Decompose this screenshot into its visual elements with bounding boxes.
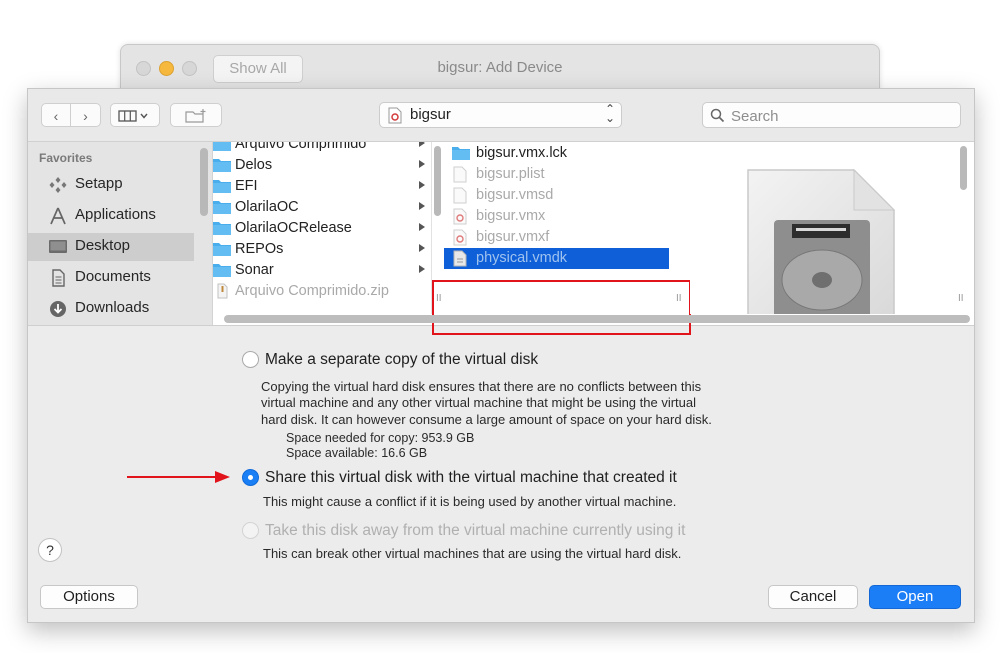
take-disk-description: This can break other virtual machines th… xyxy=(263,546,682,561)
description-line: virtual machine and any other virtual ma… xyxy=(261,395,697,411)
description-line: hard disk. It can however consume a larg… xyxy=(261,411,712,427)
folder-icon xyxy=(213,142,231,151)
folder-icon xyxy=(213,243,231,256)
open-file-sheet: ‹ › bigsur ⌃ ⌄ Search Favorites Setapp A… xyxy=(27,88,975,623)
applications-icon xyxy=(50,207,66,225)
list-item[interactable]: OlarilaOC xyxy=(213,197,431,218)
annotation-arrow-icon xyxy=(127,471,230,483)
search-field[interactable] xyxy=(702,102,961,128)
sidebar-item-label: Downloads xyxy=(75,299,150,316)
chevron-right-icon xyxy=(419,265,425,273)
chevron-right-icon xyxy=(419,142,425,147)
list-item[interactable]: bigsur.vmxf xyxy=(444,227,692,248)
vm-file-icon xyxy=(453,208,467,225)
copy-disk-description: Copying the virtual hard disk ensures th… xyxy=(261,379,712,428)
take-disk-radio[interactable] xyxy=(242,522,259,539)
list-item[interactable]: Delos xyxy=(213,155,431,176)
help-button[interactable]: ? xyxy=(38,538,62,562)
vm-file-icon xyxy=(453,229,467,246)
sidebar-heading: Favorites xyxy=(39,151,93,165)
chevron-right-icon xyxy=(419,244,425,252)
space-needed: Space needed for copy: 953.9 GB xyxy=(286,431,475,445)
file-preview xyxy=(690,142,974,314)
list-item-selected[interactable]: physical.vmdk xyxy=(444,248,669,269)
copy-disk-label[interactable]: Make a separate copy of the virtual disk xyxy=(265,351,538,369)
new-folder-button[interactable] xyxy=(170,103,222,127)
sidebar-item-documents[interactable]: Documents xyxy=(28,264,194,292)
file-icon xyxy=(453,166,467,183)
share-disk-radio[interactable] xyxy=(242,469,259,486)
column-scrollbar[interactable] xyxy=(434,146,441,216)
folder-icon xyxy=(213,264,231,277)
updown-chevron-icon: ⌃ ⌄ xyxy=(604,102,615,125)
list-item[interactable]: bigsur.plist xyxy=(444,164,692,185)
share-disk-description: This might cause a conflict if it is bei… xyxy=(263,494,677,509)
sidebar-item-label: Setapp xyxy=(75,175,123,192)
file-browser: Favorites Setapp Applications Desktop Do… xyxy=(28,142,974,335)
sidebar-item-label: Desktop xyxy=(75,237,131,254)
chevron-right-icon xyxy=(419,160,425,168)
new-folder-icon xyxy=(185,109,206,123)
file-icon xyxy=(453,187,467,204)
folder-icon xyxy=(213,201,231,214)
list-item[interactable]: bigsur.vmx.lck xyxy=(444,143,698,164)
column-resize-handle[interactable]: II xyxy=(958,293,964,304)
browser-column-desktop: Arquivo Comprimido Delos EFI OlarilaOC O xyxy=(213,142,432,314)
file-browser-toolbar: ‹ › bigsur ⌃ ⌄ xyxy=(28,89,974,142)
search-input[interactable] xyxy=(729,106,953,126)
chevron-right-icon xyxy=(419,181,425,189)
sidebar-scrollbar[interactable] xyxy=(200,148,208,216)
sidebar: Favorites Setapp Applications Desktop Do… xyxy=(28,142,213,325)
downloads-icon xyxy=(50,301,66,317)
setapp-icon xyxy=(49,177,67,193)
cancel-button[interactable]: Cancel xyxy=(768,585,858,609)
sidebar-item-downloads[interactable]: Downloads xyxy=(28,295,194,323)
list-item[interactable]: EFI xyxy=(213,176,431,197)
share-disk-label[interactable]: Share this virtual disk with the virtual… xyxy=(265,469,677,487)
vm-file-icon xyxy=(388,107,402,124)
horizontal-scrollbar[interactable] xyxy=(224,315,970,323)
documents-icon xyxy=(52,269,65,287)
folder-icon xyxy=(213,180,231,193)
folder-icon xyxy=(452,147,470,160)
copy-disk-radio[interactable] xyxy=(242,351,259,368)
preview-scrollbar[interactable] xyxy=(960,146,967,190)
list-item[interactable]: bigsur.vmx xyxy=(444,206,692,227)
chevron-right-icon xyxy=(419,202,425,210)
sidebar-item-label: Documents xyxy=(75,268,151,285)
sidebar-item-label: Applications xyxy=(75,206,156,223)
sidebar-item-applications[interactable]: Applications xyxy=(28,202,194,230)
options-button[interactable]: Options xyxy=(40,585,138,609)
back-button[interactable]: ‹ xyxy=(41,103,71,127)
disk-file-preview-icon xyxy=(747,168,896,314)
list-item[interactable]: REPOs xyxy=(213,239,431,260)
list-item[interactable]: OlarilaOCRelease xyxy=(213,218,431,239)
window-title: bigsur: Add Device xyxy=(437,59,563,76)
sidebar-item-setapp[interactable]: Setapp xyxy=(28,171,194,199)
location-popup[interactable]: bigsur ⌃ ⌄ xyxy=(379,102,622,128)
list-item[interactable]: bigsur.vmsd xyxy=(444,185,692,206)
annotation-highlight-box xyxy=(432,280,691,335)
view-mode-button[interactable] xyxy=(110,103,160,127)
columns-view-icon xyxy=(118,110,148,122)
folder-icon xyxy=(213,159,231,172)
list-item[interactable]: Arquivo Comprimido.zip xyxy=(213,281,431,302)
sidebar-item-desktop[interactable]: Desktop xyxy=(28,233,194,261)
chevron-right-icon xyxy=(419,223,425,231)
description-line: Copying the virtual hard disk ensures th… xyxy=(261,379,702,394)
take-disk-label[interactable]: Take this disk away from the virtual mac… xyxy=(265,522,685,540)
space-available: Space available: 16.6 GB xyxy=(286,446,428,460)
open-button[interactable]: Open xyxy=(869,585,961,609)
location-label: bigsur xyxy=(410,106,451,123)
forward-button[interactable]: › xyxy=(71,103,101,127)
search-icon xyxy=(710,108,725,123)
list-item[interactable]: Sonar xyxy=(213,260,431,281)
zip-file-icon xyxy=(217,283,228,299)
folder-icon xyxy=(213,222,231,235)
list-item[interactable]: Arquivo Comprimido xyxy=(213,142,431,155)
file-icon xyxy=(453,250,467,267)
desktop-icon xyxy=(49,240,67,253)
